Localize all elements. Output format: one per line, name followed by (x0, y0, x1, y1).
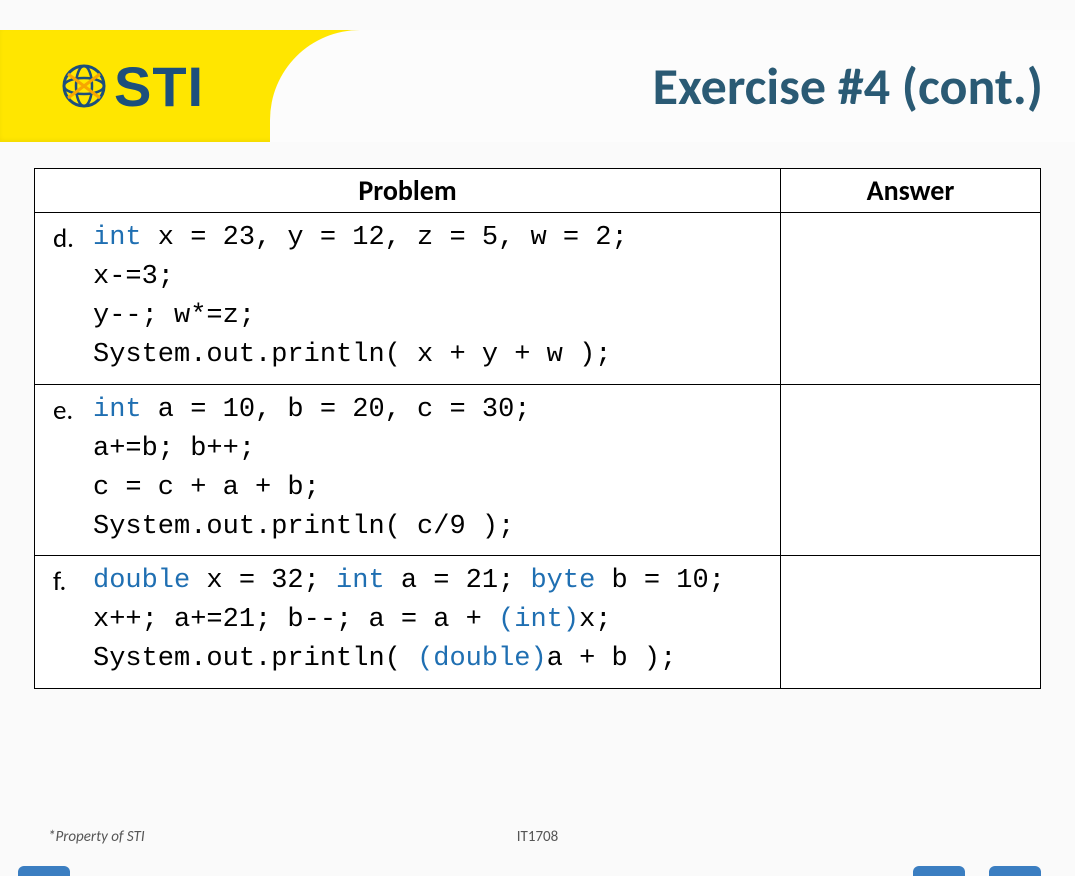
header-bar: STI Exercise #4 (cont.) (0, 30, 1075, 142)
problem-cell-f: f. double x = 32; int a = 21; byte b = 1… (35, 556, 781, 688)
code-line: int a = 10, b = 20, c = 30; (93, 391, 768, 430)
answer-cell-d (781, 213, 1041, 385)
code-line: System.out.println( x + y + w ); (93, 336, 768, 375)
col-header-problem: Problem (35, 169, 781, 213)
table-row: e. int a = 10, b = 20, c = 30; a+=b; b++… (35, 384, 1041, 556)
answer-cell-e (781, 384, 1041, 556)
problem-cell-d: d. int x = 23, y = 12, z = 5, w = 2; x-=… (35, 213, 781, 385)
code-line: a+=b; b++; (93, 430, 768, 469)
logo-text: STI (114, 54, 204, 119)
code-line: int x = 23, y = 12, z = 5, w = 2; (93, 219, 768, 258)
problem-cell-e: e. int a = 10, b = 20, c = 30; a+=b; b++… (35, 384, 781, 556)
logo-block: STI (40, 38, 222, 134)
exercise-table: Problem Answer d. int x = 23, y = 12, z … (34, 168, 1041, 689)
globe-icon (58, 60, 110, 112)
nav-stub-icon (18, 866, 70, 876)
footer: *Property of STI IT1708 (0, 828, 1075, 846)
code-line: c = c + a + b; (93, 469, 768, 508)
content-area: Problem Answer d. int x = 23, y = 12, z … (0, 142, 1075, 689)
item-label: f. (53, 562, 93, 601)
table-row: f. double x = 32; int a = 21; byte b = 1… (35, 556, 1041, 688)
slide-title: Exercise #4 (cont.) (653, 30, 1043, 142)
code-line: x++; a+=21; b--; a = a + (int)x; (93, 601, 768, 640)
nav-stub-icon (913, 866, 965, 876)
answer-cell-f (781, 556, 1041, 688)
code-line: x-=3; (93, 258, 768, 297)
item-label: e. (53, 391, 93, 430)
nav-stub-icon (989, 866, 1041, 876)
code-line: System.out.println( c/9 ); (93, 508, 768, 547)
course-code: IT1708 (0, 828, 1075, 846)
col-header-answer: Answer (781, 169, 1041, 213)
code-line: y--; w*=z; (93, 297, 768, 336)
code-line: double x = 32; int a = 21; byte b = 10; (93, 562, 768, 601)
code-line: System.out.println( (double)a + b ); (93, 640, 768, 679)
table-row: d. int x = 23, y = 12, z = 5, w = 2; x-=… (35, 213, 1041, 385)
item-label: d. (53, 219, 93, 258)
